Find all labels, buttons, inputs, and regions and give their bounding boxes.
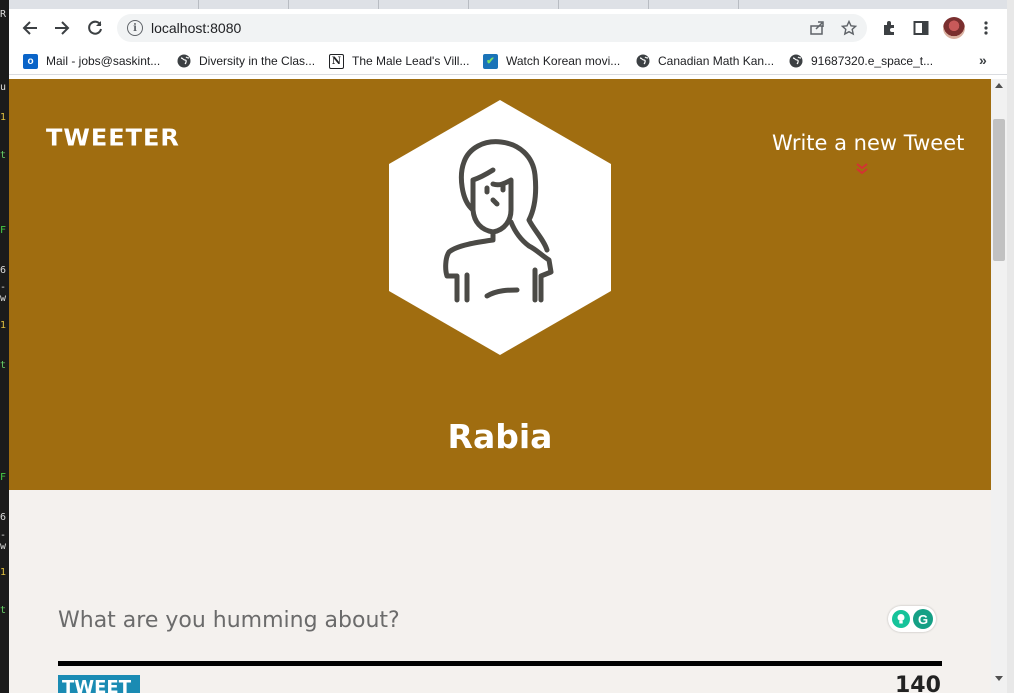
side-panel-icon[interactable] [910,17,932,39]
compose-textarea[interactable]: What are you humming about? [58,608,400,633]
globe-icon [176,54,191,69]
bookmark-e-space[interactable]: 91687320.e_space_t... [788,52,933,70]
bookmark-label: Watch Korean movi... [506,54,621,68]
tab[interactable] [289,0,379,9]
compose-divider [58,661,942,666]
bookmark-label: Canadian Math Kan... [658,54,775,68]
tab-strip [9,0,1007,9]
bookmarks-overflow-button[interactable]: » [979,52,987,68]
grammarly-icon[interactable]: G [913,609,933,629]
bookmark-label: The Male Lead's Vill... [352,54,470,68]
write-new-tweet-link[interactable]: Write a new Tweet [772,131,964,155]
tab[interactable] [469,0,559,9]
url-text: localhost:8080 [151,20,242,36]
lightbulb-icon[interactable] [892,610,910,628]
globe-icon [635,54,650,69]
bookmark-mail[interactable]: o Mail - jobs@saskint... [23,52,160,70]
globe-icon [788,54,803,69]
arrow-left-icon [22,21,37,35]
bookmark-korean-movies[interactable]: ✔ Watch Korean movi... [483,52,620,70]
back-button[interactable] [17,15,43,41]
site-logo[interactable]: TWEETER [46,125,180,152]
extensions-icon[interactable] [878,17,900,39]
info-icon[interactable]: i [127,20,143,36]
share-icon[interactable] [807,18,827,38]
bookmark-math-kangaroo[interactable]: Canadian Math Kan... [635,52,774,70]
address-bar[interactable]: i localhost:8080 [117,14,867,42]
outlook-icon: o [23,53,38,69]
browser-toolbar: i localhost:8080 [9,9,1007,47]
tab[interactable] [379,0,469,9]
character-counter: 140 [895,673,941,693]
avatar-hexagon [389,100,611,355]
reload-button[interactable] [82,15,108,41]
profile-avatar[interactable] [943,17,965,39]
tab[interactable] [649,0,739,9]
reload-icon [88,20,102,35]
bookmark-diversity[interactable]: Diversity in the Clas... [176,52,315,70]
star-icon[interactable] [839,18,859,38]
bookmark-label: Diversity in the Clas... [199,54,316,68]
bookmark-label: 91687320.e_space_t... [811,54,934,68]
tweet-button[interactable]: TWEET [58,675,140,693]
profile-username: Rabia [447,417,553,456]
checkbox-icon: ✔ [483,53,498,69]
double-chevron-down-icon[interactable] [855,162,869,176]
profile-header: TWEETER Write a new Tweet Rabia [9,79,991,490]
scroll-up-arrow-icon[interactable] [995,83,1003,88]
bookmark-male-lead[interactable]: N The Male Lead's Vill... [329,52,469,70]
tab[interactable] [109,0,199,9]
page-viewport: TWEETER Write a new Tweet Rabia What are… [9,79,1007,693]
browser-window: i localhost:8080 o Mail - jobs@saskint..… [9,0,1007,693]
tab[interactable] [559,0,649,9]
forward-button[interactable] [49,15,75,41]
bookmark-label: Mail - jobs@saskint... [46,54,161,68]
tab[interactable] [199,0,289,9]
scroll-down-arrow-icon[interactable] [995,676,1003,681]
arrow-right-icon [55,21,70,35]
bookmarks-bar: o Mail - jobs@saskint... Diversity in th… [9,47,1007,75]
page-scrollbar[interactable] [991,79,1007,693]
menu-icon[interactable] [975,17,997,39]
background-window [1007,0,1014,693]
scroll-thumb[interactable] [993,119,1005,261]
notion-icon: N [329,53,344,69]
grammarly-widget[interactable]: G [888,606,936,632]
